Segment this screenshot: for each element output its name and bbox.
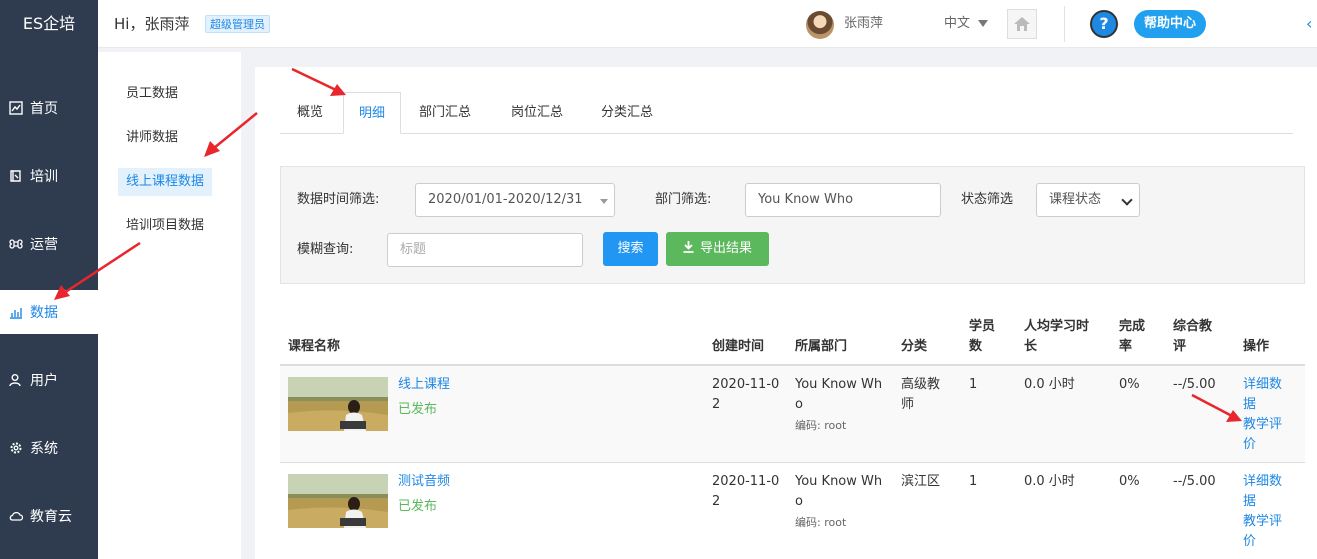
course-thumbnail[interactable] bbox=[288, 377, 388, 431]
chart-icon bbox=[8, 100, 24, 116]
user-icon bbox=[8, 372, 24, 388]
subnav-item-teacher-data[interactable]: 讲师数据 bbox=[118, 124, 186, 152]
teaching-evaluation-link[interactable]: 教学评价 bbox=[1243, 512, 1289, 552]
avg-study-time: 0.0 小时 bbox=[1024, 474, 1075, 489]
department-filter-label: 部门筛选: bbox=[655, 192, 712, 207]
category: 滨江区 bbox=[901, 474, 941, 489]
course-title-link[interactable]: 测试音频 bbox=[398, 472, 450, 492]
keyword-filter-label: 模糊查询: bbox=[297, 242, 354, 257]
department-name: You Know Who bbox=[795, 474, 883, 509]
course-title-link[interactable]: 线上课程 bbox=[398, 375, 450, 395]
data-subnav: 员工数据 讲师数据 线上课程数据 培训项目数据 bbox=[98, 52, 241, 559]
username[interactable]: 张雨萍 bbox=[844, 0, 883, 48]
top-bar: Hi，张雨萍 超级管理员 张雨萍 中文 ? 帮助中心 ‹ bbox=[98, 0, 1317, 48]
student-count: 1 bbox=[969, 474, 978, 489]
department-code: 编码: root bbox=[795, 419, 847, 432]
subnav-item-online-course-data[interactable]: 线上课程数据 bbox=[118, 168, 213, 196]
bar-chart-icon bbox=[8, 304, 24, 320]
filter-panel: 数据时间筛选: 2020/01/01-2020/12/31 部门筛选: You … bbox=[280, 166, 1305, 284]
rating: --/5.00 bbox=[1173, 474, 1216, 489]
completion-rate: 0% bbox=[1119, 474, 1140, 489]
app-logo[interactable]: ES企培 bbox=[0, 0, 98, 48]
date-range-input[interactable]: 2020/01/01-2020/12/31 bbox=[415, 183, 615, 217]
search-button[interactable]: 搜索 bbox=[603, 232, 658, 266]
sidebar-item-label: 运营 bbox=[30, 237, 58, 253]
date-filter-label: 数据时间筛选: bbox=[297, 192, 380, 207]
tab-bar: 概览 明细 部门汇总 岗位汇总 分类汇总 bbox=[280, 92, 1293, 134]
avatar[interactable] bbox=[806, 11, 834, 39]
table-row: 线上课程 已发布 2020-11-02 You Know Who 编码: roo… bbox=[280, 366, 1305, 463]
created-time: 2020-11-02 bbox=[712, 474, 780, 509]
sidebar-item-label: 用户 bbox=[30, 373, 58, 389]
sidebar-item-data[interactable]: 数据 bbox=[0, 290, 98, 334]
tab-position-summary[interactable]: 岗位汇总 bbox=[502, 92, 572, 134]
completion-rate: 0% bbox=[1119, 377, 1140, 392]
gear-icon bbox=[8, 440, 24, 456]
command-icon bbox=[8, 236, 24, 252]
sidebar-item-label: 数据 bbox=[30, 305, 58, 321]
caret-down-icon bbox=[600, 199, 608, 204]
status-badge: 已发布 bbox=[398, 499, 438, 514]
sidebar-item-operations[interactable]: 运营 bbox=[0, 222, 98, 266]
sidebar-item-label: 系统 bbox=[30, 441, 58, 457]
subnav-item-training-project-data[interactable]: 培训项目数据 bbox=[118, 212, 212, 240]
book-icon bbox=[8, 168, 24, 184]
sidebar-item-edu-cloud[interactable]: 教育云 bbox=[0, 494, 98, 538]
column-header: 课程名称 bbox=[288, 339, 341, 354]
chevron-down-icon bbox=[1121, 194, 1133, 206]
role-badge: 超级管理员 bbox=[205, 15, 270, 33]
column-header: 所属部门 bbox=[795, 339, 848, 354]
column-header: 分类 bbox=[901, 339, 928, 354]
course-thumbnail[interactable] bbox=[288, 474, 388, 528]
collapse-chevron-icon[interactable]: ‹ bbox=[1306, 14, 1312, 33]
help-center-button[interactable]: 帮助中心 bbox=[1134, 10, 1207, 38]
sidebar-item-users[interactable]: 用户 bbox=[0, 358, 98, 402]
avg-study-time: 0.0 小时 bbox=[1024, 377, 1075, 392]
sidebar-item-training[interactable]: 培训 bbox=[0, 154, 98, 198]
home-button[interactable] bbox=[1007, 9, 1037, 39]
main-panel: 概览 明细 部门汇总 岗位汇总 分类汇总 数据时间筛选: 2020/01/01-… bbox=[255, 67, 1317, 559]
table-row: 测试音频 已发布 2020-11-02 You Know Who 编码: roo… bbox=[280, 463, 1305, 559]
keyword-input[interactable]: 标题 bbox=[387, 233, 583, 267]
column-header: 创建时间 bbox=[712, 339, 765, 354]
created-time: 2020-11-02 bbox=[712, 377, 780, 412]
teaching-evaluation-link[interactable]: 教学评价 bbox=[1243, 415, 1289, 455]
sidebar-item-label: 培训 bbox=[30, 169, 58, 185]
department-name: You Know Who bbox=[795, 377, 883, 412]
tab-category-summary[interactable]: 分类汇总 bbox=[592, 92, 662, 134]
status-select[interactable]: 课程状态 bbox=[1036, 183, 1140, 217]
sidebar: ES企培 首页 培训 运营 数据 用户 系统 教育云 bbox=[0, 0, 98, 559]
export-button[interactable]: 导出结果 bbox=[666, 232, 769, 266]
column-header: 操作 bbox=[1243, 339, 1270, 354]
sidebar-item-system[interactable]: 系统 bbox=[0, 426, 98, 470]
tab-detail[interactable]: 明细 bbox=[343, 92, 401, 134]
column-header: 综合教评 bbox=[1173, 319, 1213, 354]
subnav-item-employee-data[interactable]: 员工数据 bbox=[118, 80, 186, 108]
student-count: 1 bbox=[969, 377, 978, 392]
divider bbox=[1064, 6, 1065, 42]
status-badge: 已发布 bbox=[398, 402, 438, 417]
tab-overview[interactable]: 概览 bbox=[280, 92, 340, 134]
home-icon bbox=[1014, 17, 1030, 31]
sidebar-item-label: 首页 bbox=[30, 101, 58, 117]
column-header: 学员数 bbox=[969, 319, 996, 354]
department-input[interactable]: You Know Who bbox=[745, 183, 941, 217]
detail-data-link[interactable]: 详细数据 bbox=[1243, 472, 1289, 512]
column-header: 人均学习时长 bbox=[1024, 319, 1090, 354]
greeting: Hi，张雨萍 bbox=[114, 15, 190, 33]
help-icon[interactable]: ? bbox=[1090, 10, 1118, 38]
rating: --/5.00 bbox=[1173, 377, 1216, 392]
language-selector[interactable]: 中文 bbox=[944, 0, 970, 48]
department-code: 编码: root bbox=[795, 516, 847, 529]
tab-department-summary[interactable]: 部门汇总 bbox=[410, 92, 480, 134]
caret-down-icon[interactable] bbox=[978, 20, 988, 27]
download-icon bbox=[683, 241, 694, 253]
sidebar-item-home[interactable]: 首页 bbox=[0, 86, 98, 130]
detail-data-link[interactable]: 详细数据 bbox=[1243, 375, 1289, 415]
status-filter-label: 状态筛选 bbox=[961, 192, 1014, 207]
category: 高级教师 bbox=[901, 377, 941, 412]
sidebar-item-label: 教育云 bbox=[30, 509, 72, 525]
cloud-icon bbox=[8, 508, 24, 524]
column-header: 完成率 bbox=[1119, 319, 1146, 354]
